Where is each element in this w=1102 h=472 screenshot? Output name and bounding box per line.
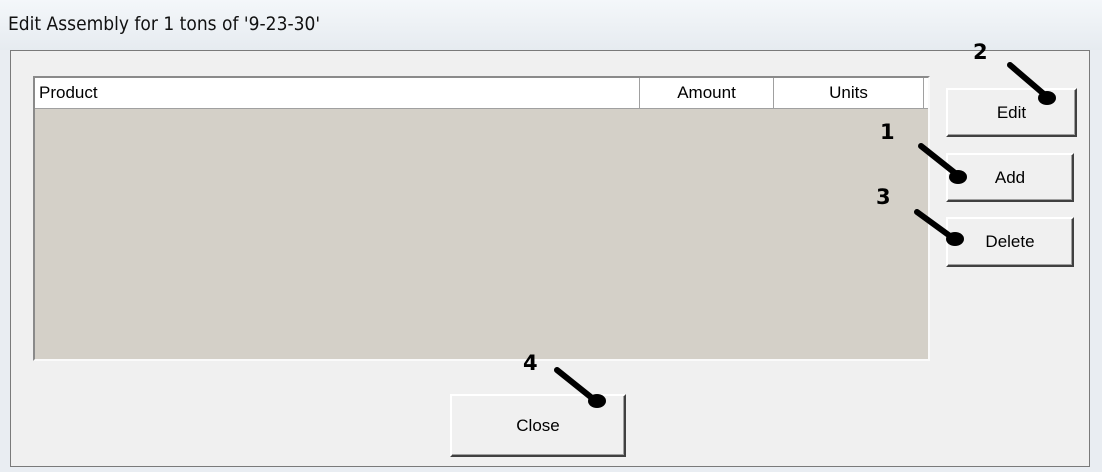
callout-number-add: 1 (880, 120, 895, 144)
close-button[interactable]: Close (450, 394, 626, 457)
column-header-units[interactable]: Units (774, 78, 924, 108)
column-header-amount[interactable]: Amount (640, 78, 774, 108)
callout-number-close: 4 (523, 351, 538, 375)
column-header-product[interactable]: Product (35, 78, 640, 108)
callout-number-edit: 2 (973, 40, 988, 64)
edit-button[interactable]: Edit (946, 88, 1077, 137)
list-header: Product Amount Units (35, 78, 928, 109)
title-bar: Edit Assembly for 1 tons of '9-23-30' (0, 0, 1102, 50)
add-button[interactable]: Add (946, 153, 1074, 202)
callout-number-delete: 3 (876, 185, 891, 209)
delete-button[interactable]: Delete (946, 217, 1074, 267)
assembly-list[interactable]: Product Amount Units (33, 76, 930, 361)
window-title: Edit Assembly for 1 tons of '9-23-30' (8, 13, 321, 35)
list-body[interactable] (35, 109, 928, 359)
